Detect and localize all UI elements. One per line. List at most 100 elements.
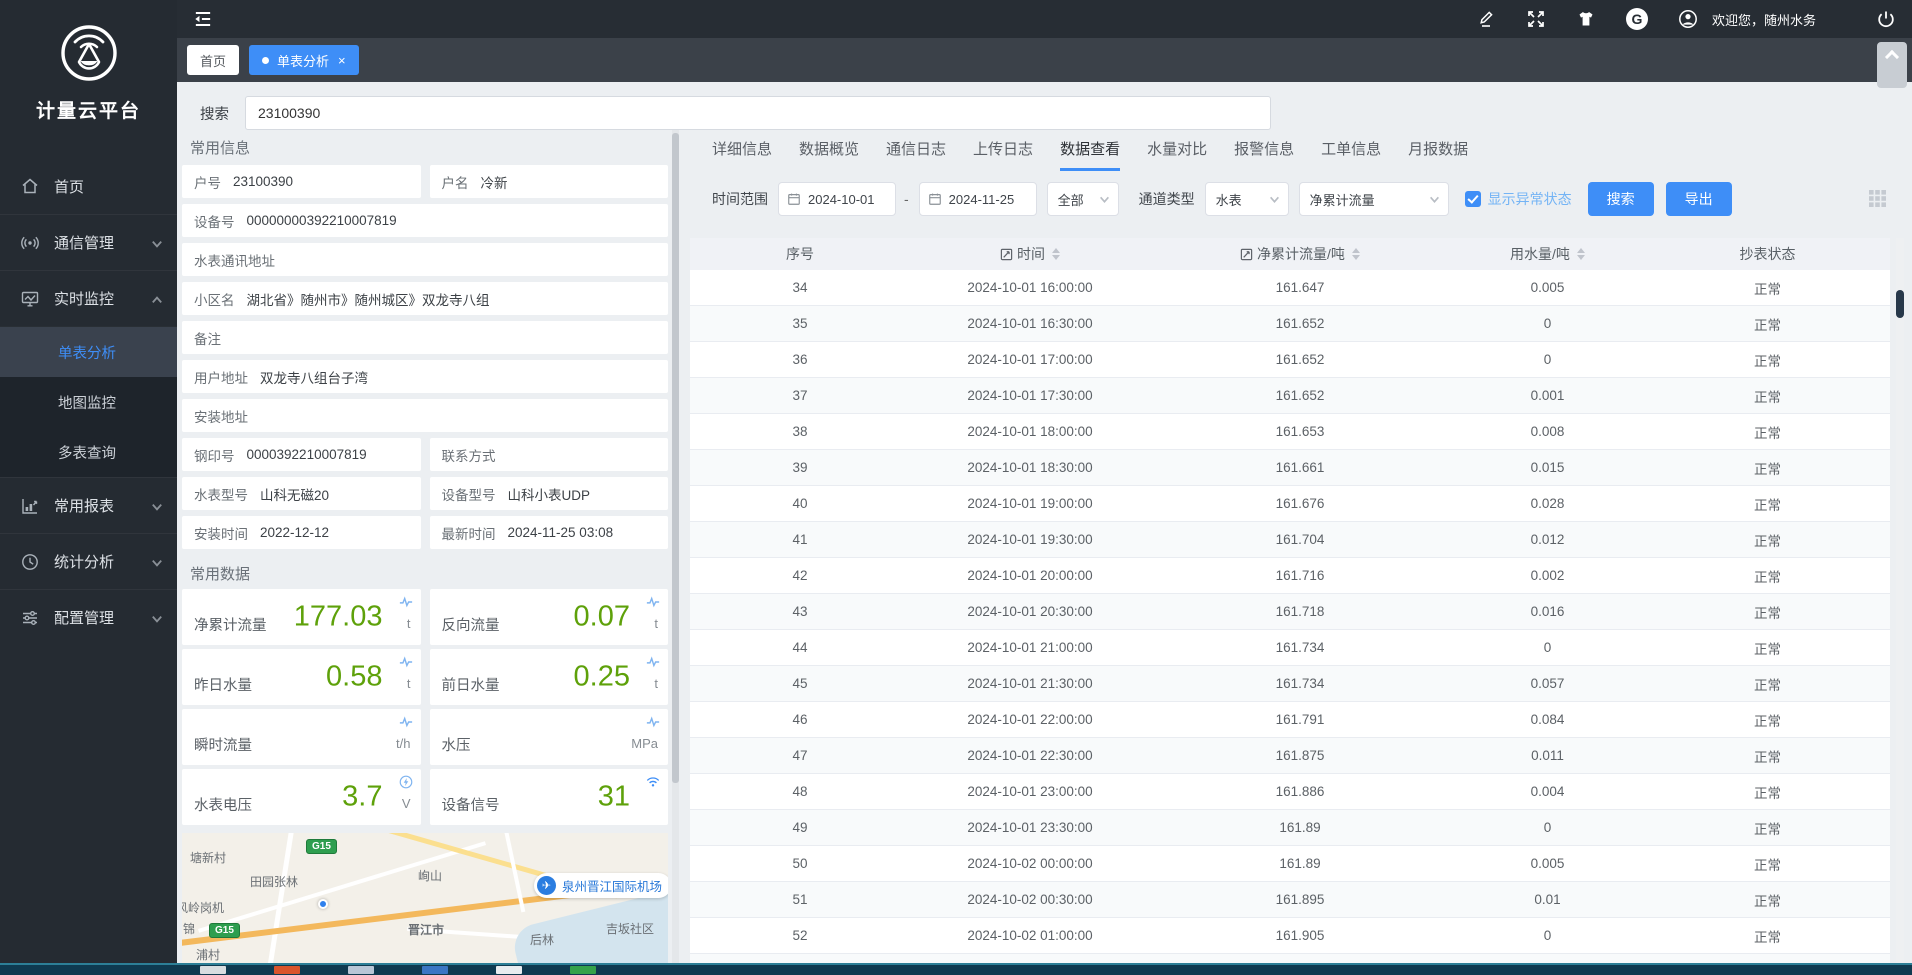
column-settings-icon[interactable] — [1869, 190, 1886, 207]
table-cell-usage: 0.057 — [1450, 676, 1645, 691]
date-range-dash: - — [904, 191, 909, 207]
taskbar-app-icon[interactable] — [200, 966, 226, 974]
range-option-value: 全部 — [1058, 190, 1084, 209]
metric-label: 前日水量 — [442, 674, 500, 695]
info-fields: 户号23100390户名冷新设备号00000000392210007819水表通… — [182, 165, 668, 555]
config-icon — [20, 608, 40, 628]
table-cell-no: 47 — [690, 748, 910, 763]
sidebar-subitem-0[interactable]: 单表分析 — [0, 327, 177, 377]
topbar: G 欢迎您，随州水务 — [177, 0, 1912, 38]
tab-home[interactable]: 首页 — [187, 45, 239, 75]
map-place-label: 晋江市 — [408, 921, 444, 938]
data-section-title: 常用数据 — [190, 563, 250, 584]
field-label: 最新时间 — [442, 523, 496, 543]
power-icon[interactable] — [1876, 9, 1896, 29]
abnormal-checkbox[interactable] — [1465, 191, 1481, 207]
detail-tab-6[interactable]: 报警信息 — [1234, 138, 1294, 171]
sidebar-collapse-icon[interactable] — [192, 8, 214, 30]
pulse-icon — [399, 595, 413, 609]
range-label: 时间范围 — [712, 189, 768, 209]
table-scroll-thumb[interactable] — [1896, 290, 1904, 318]
detail-tab-1[interactable]: 数据概览 — [799, 138, 859, 171]
field-label: 联系方式 — [442, 445, 496, 465]
chart-link-icon[interactable] — [1000, 248, 1013, 261]
theme-shirt-icon[interactable] — [1576, 9, 1596, 29]
table-cell-status: 正常 — [1645, 674, 1890, 694]
table-cell-no: 46 — [690, 712, 910, 727]
chart-link-icon[interactable] — [1240, 248, 1253, 261]
table-col-header-3[interactable]: 用水量/吨 — [1450, 238, 1645, 270]
g-badge-icon[interactable]: G — [1626, 8, 1648, 30]
info-field: 安装时间2022-12-12 — [182, 516, 421, 549]
sidebar-subitem-2[interactable]: 多表查询 — [0, 427, 177, 477]
sort-carets-icon[interactable] — [1052, 248, 1060, 260]
table-cell-usage: 0.015 — [1450, 460, 1645, 475]
sort-carets-icon[interactable] — [1352, 248, 1360, 260]
fullscreen-icon[interactable] — [1526, 9, 1546, 29]
channel-metric-select[interactable]: 净累计流量 — [1299, 182, 1449, 216]
sidebar-subitem-1[interactable]: 地图监控 — [0, 377, 177, 427]
close-icon[interactable]: × — [338, 54, 346, 67]
table-cell-total: 161.661 — [1150, 460, 1450, 475]
map-place-label: 后林 — [530, 931, 554, 948]
sidebar-item-4[interactable]: 统计分析 — [0, 533, 177, 589]
tab-active[interactable]: 单表分析 × — [249, 45, 359, 75]
filter-row: 时间范围 2024-10-01 - 2024-11-25 全部 通道类型 水表 … — [712, 181, 1732, 217]
map-airport-label[interactable]: ✈ 泉州晋江国际机场 — [534, 873, 668, 898]
detail-tab-4[interactable]: 数据查看 — [1060, 138, 1120, 171]
table-row: 412024-10-01 19:30:00161.7040.012正常 — [690, 522, 1890, 558]
scroll-top-button[interactable] — [1877, 42, 1907, 88]
search-input[interactable] — [245, 96, 1271, 130]
detail-tab-7[interactable]: 工单信息 — [1321, 138, 1381, 171]
data-table: 序号时间净累计流量/吨用水量/吨抄表状态 342024-10-01 16:00:… — [690, 238, 1890, 963]
map-place-label: 锦 — [183, 920, 195, 937]
table-cell-total: 161.652 — [1150, 388, 1450, 403]
table-cell-time: 2024-10-01 21:30:00 — [910, 676, 1150, 691]
info-field: 小区名湖北省》随州市》随州城区》双龙寺八组 — [182, 282, 668, 315]
table-cell-no: 50 — [690, 856, 910, 871]
pulse-icon — [646, 595, 660, 609]
info-section-title: 常用信息 — [190, 137, 250, 158]
export-button[interactable]: 导出 — [1666, 182, 1732, 216]
user-avatar-icon[interactable] — [1678, 9, 1698, 29]
pulse-icon — [646, 715, 660, 729]
table-cell-no: 43 — [690, 604, 910, 619]
date-from-input[interactable]: 2024-10-01 — [778, 182, 896, 216]
edit-icon[interactable] — [1476, 9, 1496, 29]
taskbar-app-icon[interactable] — [496, 966, 522, 974]
column-label: 序号 — [786, 244, 814, 264]
metric-value: 0.25 — [574, 661, 630, 694]
sidebar-item-0[interactable]: 首页 — [0, 158, 177, 214]
taskbar-app-icon[interactable] — [422, 966, 448, 974]
taskbar-app-icon[interactable] — [570, 966, 596, 974]
channel-type-select[interactable]: 水表 — [1205, 182, 1289, 216]
sidebar-item-5[interactable]: 配置管理 — [0, 589, 177, 645]
detail-tab-5[interactable]: 水量对比 — [1147, 138, 1207, 171]
taskbar-app-icon[interactable] — [274, 966, 300, 974]
detail-tab-3[interactable]: 上传日志 — [973, 138, 1033, 171]
field-label: 安装地址 — [194, 406, 248, 426]
range-option-select[interactable]: 全部 — [1047, 182, 1119, 216]
sort-carets-icon[interactable] — [1577, 248, 1585, 260]
sidebar-item-1[interactable]: 通信管理 — [0, 214, 177, 270]
sidebar-item-label: 首页 — [54, 176, 84, 197]
detail-tab-2[interactable]: 通信日志 — [886, 138, 946, 171]
table-cell-total: 161.734 — [1150, 640, 1450, 655]
table-cell-status: 正常 — [1645, 386, 1890, 406]
left-scroll-thumb[interactable] — [672, 133, 679, 783]
taskbar-app-icon[interactable] — [348, 966, 374, 974]
table-col-header-2[interactable]: 净累计流量/吨 — [1150, 238, 1450, 270]
table-col-header-1[interactable]: 时间 — [910, 238, 1150, 270]
mini-map[interactable]: ✈ 泉州晋江国际机场 塘新村田园张林峋山风岭岗机晋江市后林吉坂社区浦村锦G15G… — [182, 833, 668, 963]
info-field: 水表通讯地址 — [182, 243, 668, 276]
detail-tab-0[interactable]: 详细信息 — [712, 138, 772, 171]
sidebar-item-2[interactable]: 实时监控 — [0, 270, 177, 326]
date-to-input[interactable]: 2024-11-25 — [919, 182, 1037, 216]
metric-card: 净累计流量177.03t — [182, 589, 421, 645]
detail-tab-8[interactable]: 月报数据 — [1408, 138, 1468, 171]
tab-strip: 首页 单表分析 × — [177, 38, 1912, 82]
report-icon — [20, 496, 40, 516]
search-button[interactable]: 搜索 — [1588, 182, 1654, 216]
field-value: 0000392210007819 — [247, 447, 367, 462]
sidebar-item-3[interactable]: 常用报表 — [0, 477, 177, 533]
